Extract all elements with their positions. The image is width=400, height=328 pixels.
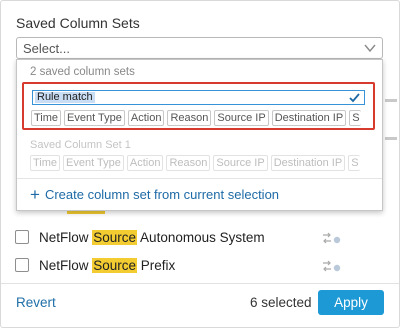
editing-set-columns: Time Event Type Action Reason Source IP … <box>31 110 362 126</box>
dropdown-divider <box>17 178 382 179</box>
saved-sets-count: 2 saved column sets <box>30 66 135 78</box>
column-chip: Action <box>127 110 165 126</box>
column-chip: Event Type <box>63 155 124 171</box>
column-arrows-icon[interactable] <box>321 231 343 245</box>
row-label-suffix: Autonomous System <box>137 229 265 245</box>
set-name-input[interactable]: Rule match <box>32 90 365 105</box>
scroll-edge-mark <box>385 137 397 140</box>
panel-title: Saved Column Sets <box>16 15 140 31</box>
column-chip: Event Type <box>64 110 125 126</box>
column-chip: Source IP <box>214 110 269 126</box>
search-highlight: Source <box>92 229 138 245</box>
row-checkbox[interactable] <box>15 230 29 244</box>
create-column-set-button[interactable]: + Create column set from current selecti… <box>30 186 279 203</box>
create-label: Create column set from current selection <box>44 187 280 202</box>
column-set-dropdown: 2 saved column sets Rule match Time Even… <box>16 59 383 211</box>
row-label-prefix: NetFlow <box>39 229 93 245</box>
column-picker-panel: Saved Column Sets Select... NetFlow Sour… <box>0 0 400 328</box>
scroll-edge-mark <box>385 99 397 102</box>
column-chip: S <box>349 110 362 126</box>
footer-divider <box>1 283 399 284</box>
revert-link[interactable]: Revert <box>16 295 56 310</box>
row-label-suffix: Prefix <box>137 257 176 273</box>
column-chip: Time <box>30 155 61 171</box>
apply-button[interactable]: Apply <box>318 290 384 315</box>
column-set-select[interactable]: Select... <box>16 37 383 59</box>
column-chip: Destination IP <box>270 155 346 171</box>
saved-set-columns: Time Event Type Action Reason Source IP … <box>30 155 361 171</box>
column-arrows-icon[interactable] <box>321 259 343 273</box>
column-chip: Action <box>126 155 164 171</box>
saved-set-name[interactable]: Saved Column Set 1 <box>30 139 131 151</box>
chevron-down-icon <box>364 44 376 53</box>
set-name-value: Rule match <box>35 91 95 103</box>
row-checkbox[interactable] <box>15 258 29 272</box>
select-placeholder: Select... <box>23 41 70 56</box>
column-chip: Time <box>31 110 62 126</box>
search-highlight: Source <box>92 257 138 273</box>
selected-count: 6 selected <box>250 295 312 310</box>
list-item[interactable]: NetFlow Source Prefix <box>15 254 175 276</box>
plus-icon: + <box>30 185 40 204</box>
checkmark-icon[interactable] <box>349 92 360 103</box>
column-chip: Destination IP <box>271 110 347 126</box>
row-label-prefix: NetFlow <box>39 257 93 273</box>
column-chip: Reason <box>166 155 211 171</box>
column-chip: Source IP <box>213 155 268 171</box>
editing-set-option[interactable]: Rule match Time Event Type Action Reason… <box>22 82 375 130</box>
column-chip: S <box>348 155 361 171</box>
column-chip: Reason <box>167 110 212 126</box>
list-item[interactable]: NetFlow Source Autonomous System <box>15 226 265 248</box>
